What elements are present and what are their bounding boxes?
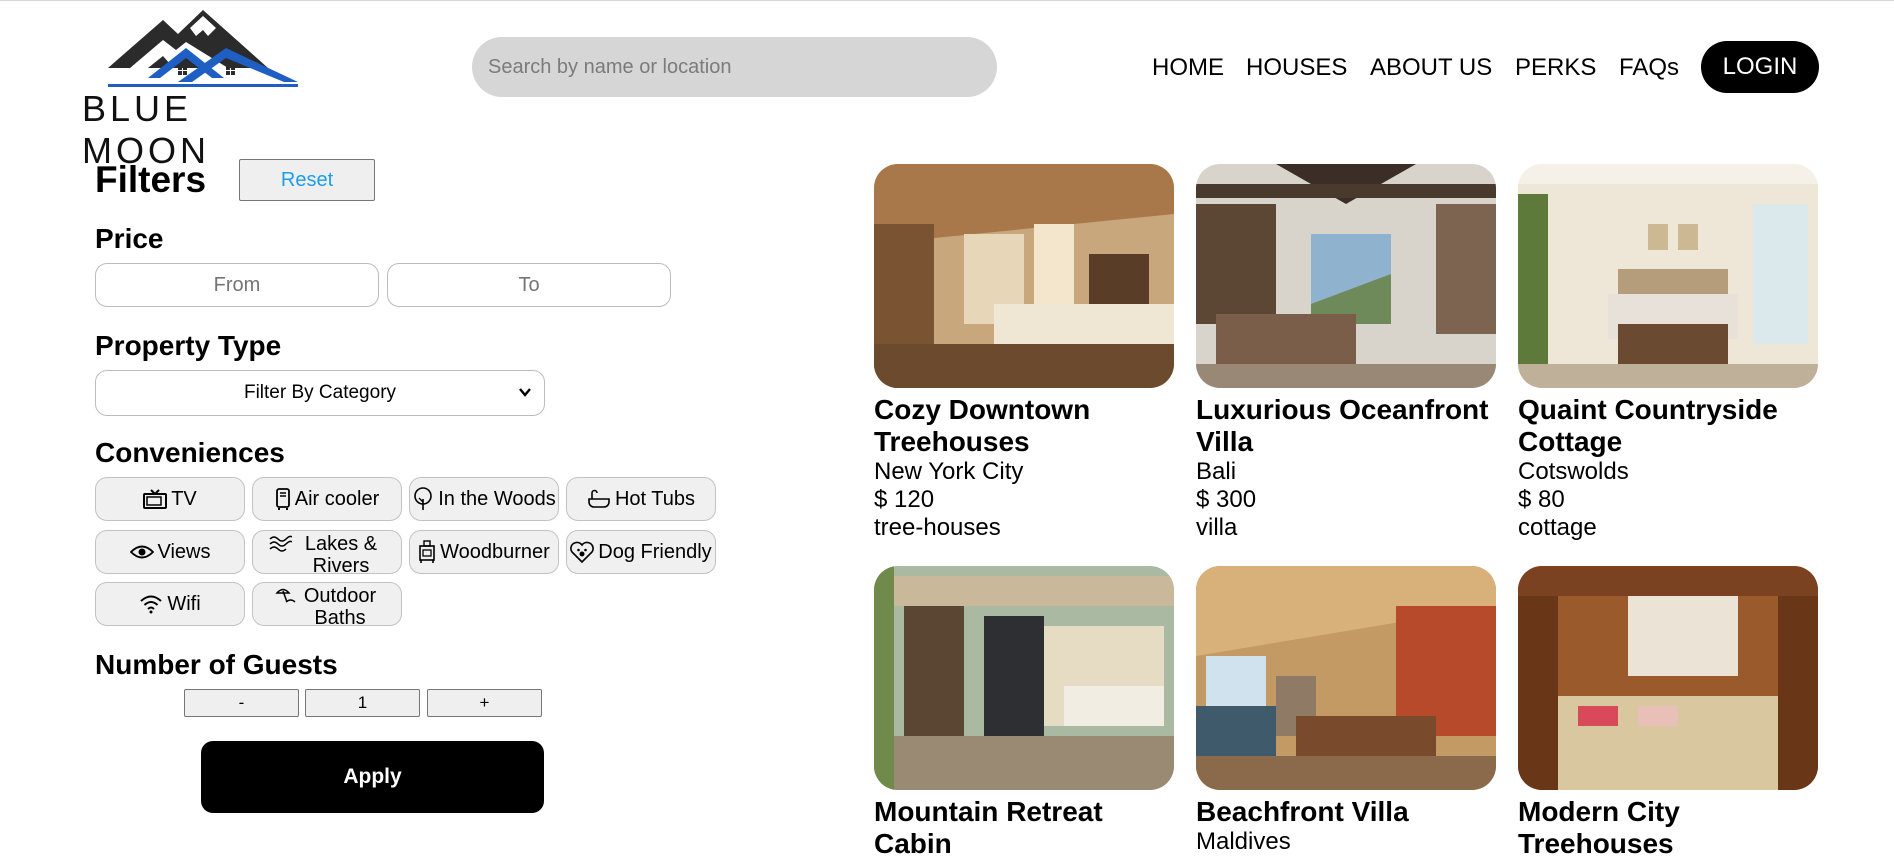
login-button[interactable]: LOGIN bbox=[1701, 41, 1819, 93]
price-label: Price bbox=[95, 223, 164, 254]
listing-price: $ 80 bbox=[1518, 486, 1565, 513]
listing-title: Luxurious Oceanfront Villa bbox=[1196, 394, 1489, 457]
listing-card[interactable]: Luxurious Oceanfront Villa Bali $ 300 vi… bbox=[1196, 164, 1496, 542]
convenience-label: Lakes & Rivers bbox=[304, 533, 378, 577]
convenience-label: Wifi bbox=[167, 593, 201, 615]
convenience-tv[interactable]: TV bbox=[95, 477, 245, 521]
convenience-woodburner[interactable]: Woodburner bbox=[409, 530, 559, 574]
price-from-input[interactable] bbox=[95, 263, 379, 307]
guests-count-input[interactable]: 1 bbox=[305, 689, 420, 717]
nav-home[interactable]: HOME bbox=[1152, 54, 1224, 82]
listing-photo[interactable] bbox=[1196, 164, 1496, 388]
guests-label: Number of Guests bbox=[95, 649, 338, 680]
nav-faqs[interactable]: FAQs bbox=[1619, 54, 1679, 82]
listing-title: Quaint Countryside Cottage bbox=[1518, 394, 1778, 457]
convenience-dog-friendly[interactable]: Dog Friendly bbox=[566, 530, 716, 574]
air-cooler-icon bbox=[275, 488, 290, 510]
chevron-down-icon bbox=[519, 388, 531, 397]
convenience-label: Hot Tubs bbox=[614, 488, 696, 510]
waves-icon bbox=[269, 535, 292, 552]
tree-icon bbox=[414, 487, 433, 510]
guests-decrement-button[interactable]: - bbox=[184, 689, 299, 717]
convenience-label: TV bbox=[171, 488, 197, 510]
nav-about-us[interactable]: ABOUT US bbox=[1370, 54, 1492, 82]
convenience-label: Views bbox=[157, 541, 211, 563]
listing-location: Bali bbox=[1196, 458, 1237, 485]
convenience-label: In the Woods bbox=[438, 488, 556, 510]
listing-card[interactable]: Cozy Downtown Treehouses New York City $… bbox=[874, 164, 1174, 542]
search-input[interactable] bbox=[472, 37, 997, 97]
listing-card[interactable]: Modern City Treehouses bbox=[1518, 566, 1818, 859]
nav-perks[interactable]: PERKS bbox=[1515, 54, 1596, 82]
convenience-air-cooler[interactable]: Air cooler bbox=[252, 477, 402, 521]
top-border bbox=[0, 0, 1894, 1]
convenience-label: Dog Friendly bbox=[598, 541, 712, 563]
listing-location: Cotswolds bbox=[1518, 458, 1629, 485]
listing-title: Modern City Treehouses bbox=[1518, 796, 1680, 859]
listing-location: New York City bbox=[874, 458, 1024, 485]
property-type-selected: Filter By Category bbox=[243, 382, 397, 403]
listing-photo[interactable] bbox=[874, 164, 1174, 388]
listing-title: Mountain Retreat Cabin bbox=[874, 796, 1103, 859]
convenience-in-the-woods[interactable]: In the Woods bbox=[409, 477, 559, 521]
wifi-icon bbox=[140, 595, 162, 614]
listing-category: cottage bbox=[1518, 514, 1597, 541]
convenience-label: Air cooler bbox=[294, 488, 380, 510]
convenience-views[interactable]: Views bbox=[95, 530, 245, 574]
convenience-hot-tubs[interactable]: Hot Tubs bbox=[566, 477, 716, 521]
filters-heading: Filters bbox=[95, 159, 207, 200]
mountain-house-logo-icon bbox=[108, 10, 298, 87]
paw-heart-icon bbox=[570, 541, 595, 563]
convenience-outdoor-baths[interactable]: Outdoor Baths bbox=[252, 582, 402, 629]
listing-photo[interactable] bbox=[1518, 566, 1818, 790]
listing-photo[interactable] bbox=[1196, 566, 1496, 790]
nav-houses[interactable]: HOUSES bbox=[1246, 54, 1347, 82]
property-type-label: Property Type bbox=[95, 330, 282, 361]
listing-location: Maldives bbox=[1196, 828, 1291, 855]
listing-price: $ 120 bbox=[874, 486, 935, 513]
listing-title: Cozy Downtown Treehouses bbox=[874, 394, 1091, 457]
listing-card[interactable]: Beachfront Villa Maldives bbox=[1196, 566, 1496, 856]
stove-icon bbox=[419, 540, 435, 563]
property-type-select[interactable]: Filter By Category bbox=[95, 370, 545, 416]
reset-button[interactable]: Reset bbox=[239, 159, 375, 201]
apply-button[interactable]: Apply bbox=[201, 741, 544, 813]
tv-icon bbox=[143, 489, 168, 509]
listing-photo[interactable] bbox=[874, 566, 1174, 790]
bathtub-icon bbox=[588, 489, 610, 508]
convenience-wifi[interactable]: Wifi bbox=[95, 582, 245, 626]
brand-logo[interactable]: BLUE MOON bbox=[82, 8, 312, 171]
outdoor-bath-icon bbox=[275, 588, 296, 603]
listing-category: tree-houses bbox=[874, 514, 1001, 541]
convenience-label: Outdoor Baths bbox=[303, 585, 377, 629]
listing-photo[interactable] bbox=[1518, 164, 1818, 388]
listing-price: $ 300 bbox=[1196, 486, 1257, 513]
eye-icon bbox=[129, 545, 154, 559]
listing-card[interactable]: Quaint Countryside Cottage Cotswolds $ 8… bbox=[1518, 164, 1818, 542]
convenience-label: Woodburner bbox=[440, 541, 550, 563]
convenience-lakes-rivers[interactable]: Lakes & Rivers bbox=[252, 530, 402, 577]
listing-category: villa bbox=[1196, 514, 1238, 541]
listing-title: Beachfront Villa bbox=[1196, 796, 1409, 827]
price-to-input[interactable] bbox=[387, 263, 671, 307]
conveniences-label: Conveniences bbox=[95, 437, 285, 468]
listing-card[interactable]: Mountain Retreat Cabin bbox=[874, 566, 1174, 859]
guests-increment-button[interactable]: + bbox=[427, 689, 542, 717]
